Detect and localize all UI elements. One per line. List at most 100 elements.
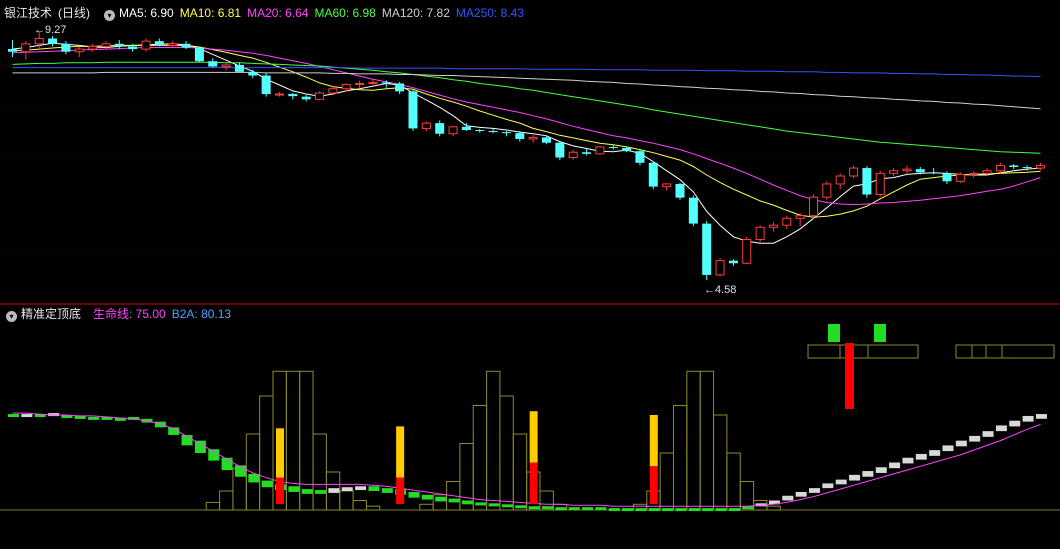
candle-body — [154, 41, 164, 46]
ribbon-block — [448, 498, 460, 503]
candle-body — [1022, 167, 1032, 169]
candle — [702, 220, 712, 281]
candle — [795, 213, 805, 227]
candle-body — [48, 38, 58, 44]
candle-body — [688, 197, 698, 224]
ribbon-block — [515, 505, 527, 509]
ribbon-block — [849, 474, 861, 481]
ribbon-block — [542, 506, 553, 510]
legend-dropdown-icon[interactable]: ▾ — [104, 10, 116, 21]
ribbon-block — [8, 414, 19, 418]
volume-bar — [713, 414, 728, 511]
candle-body — [742, 238, 752, 264]
candle-body — [942, 173, 952, 182]
candle — [648, 161, 658, 190]
candle — [528, 135, 538, 143]
indicator-name: 精准定顶底 — [21, 307, 82, 321]
signal-red-bar — [396, 477, 405, 504]
price-annotations: ←9.27 ←4.58 — [34, 24, 736, 296]
candle — [862, 165, 872, 198]
ribbon-block — [288, 486, 300, 492]
candle — [902, 165, 912, 174]
candle-body — [221, 64, 231, 68]
volume-bar — [459, 443, 474, 511]
ribbon-block — [528, 506, 540, 510]
candle-body — [555, 142, 565, 158]
ribbon-block — [822, 483, 834, 489]
volume-bar — [205, 501, 221, 511]
volume-bar — [352, 500, 367, 511]
candle-body — [234, 64, 244, 72]
candle-body — [368, 81, 378, 84]
candle-body — [849, 167, 859, 177]
candle-body — [34, 38, 44, 45]
ribbon-block — [21, 414, 33, 418]
candle — [595, 145, 605, 155]
ribbon-block — [501, 504, 513, 508]
ribbon-block — [608, 508, 620, 512]
candle — [141, 38, 151, 52]
candle — [755, 225, 765, 243]
candle-body — [768, 224, 778, 228]
candle-body — [208, 61, 218, 67]
signal-yellow-bar — [649, 415, 658, 467]
candle — [301, 95, 311, 102]
ma-legend-ma60: MA60: 6.98 — [314, 6, 376, 20]
candle-body — [448, 126, 458, 135]
indicator-legend-item-1: B2A: 80.13 — [171, 307, 232, 321]
candle-body — [488, 131, 498, 133]
volume-bar — [726, 452, 741, 511]
candle-body — [889, 170, 899, 174]
candle-body — [194, 47, 204, 62]
candle-body — [515, 133, 525, 139]
candle — [662, 182, 672, 191]
candle — [542, 136, 551, 145]
candle — [288, 92, 298, 100]
indicator-dropdown-icon[interactable]: ▾ — [6, 311, 17, 322]
candle-body — [995, 164, 1005, 172]
ribbon-block — [862, 471, 874, 477]
candle — [21, 41, 31, 60]
candle — [742, 236, 752, 265]
ma-legend-ma250: MA250: 8.43 — [455, 6, 524, 20]
ribbon-block — [328, 488, 340, 493]
candle-body — [635, 151, 645, 163]
candle — [782, 215, 792, 229]
candle-body — [915, 169, 925, 173]
ribbon-block — [582, 507, 594, 511]
candle-body — [141, 40, 151, 50]
ribbon-block — [995, 425, 1007, 432]
candle-body — [795, 215, 805, 219]
candle — [408, 89, 418, 132]
ribbon-block — [929, 450, 941, 456]
volume-bar — [699, 370, 715, 511]
ribbon-block — [702, 508, 714, 512]
ribbon-block — [648, 508, 660, 512]
ribbon-block — [795, 491, 807, 497]
ma-line-ma60 — [12, 61, 1041, 154]
ribbon-block — [568, 507, 580, 511]
ribbon-block — [74, 415, 86, 419]
ribbon-block — [261, 480, 273, 488]
candle — [568, 149, 578, 160]
candle-body — [835, 175, 845, 185]
ribbon-block — [461, 500, 473, 505]
candle-body — [421, 122, 431, 129]
candle-body — [809, 196, 818, 217]
indicator-values: 生命线: 75.00 B2A: 80.13 — [87, 307, 237, 321]
ribbon-block — [1009, 420, 1021, 427]
volume-bar — [419, 503, 434, 511]
volume-bar — [486, 370, 501, 511]
volume-bar — [472, 405, 488, 511]
ribbon-block — [782, 495, 794, 501]
candle-body — [61, 43, 71, 52]
volume-bar — [766, 505, 781, 511]
candle — [48, 35, 58, 47]
candle-body — [929, 172, 939, 174]
candle-body — [1035, 164, 1045, 169]
candle-body — [702, 223, 712, 275]
top-marker-green — [828, 324, 840, 342]
candle-body — [435, 123, 445, 134]
ribbon-block — [969, 435, 981, 442]
candle-body — [261, 75, 271, 95]
